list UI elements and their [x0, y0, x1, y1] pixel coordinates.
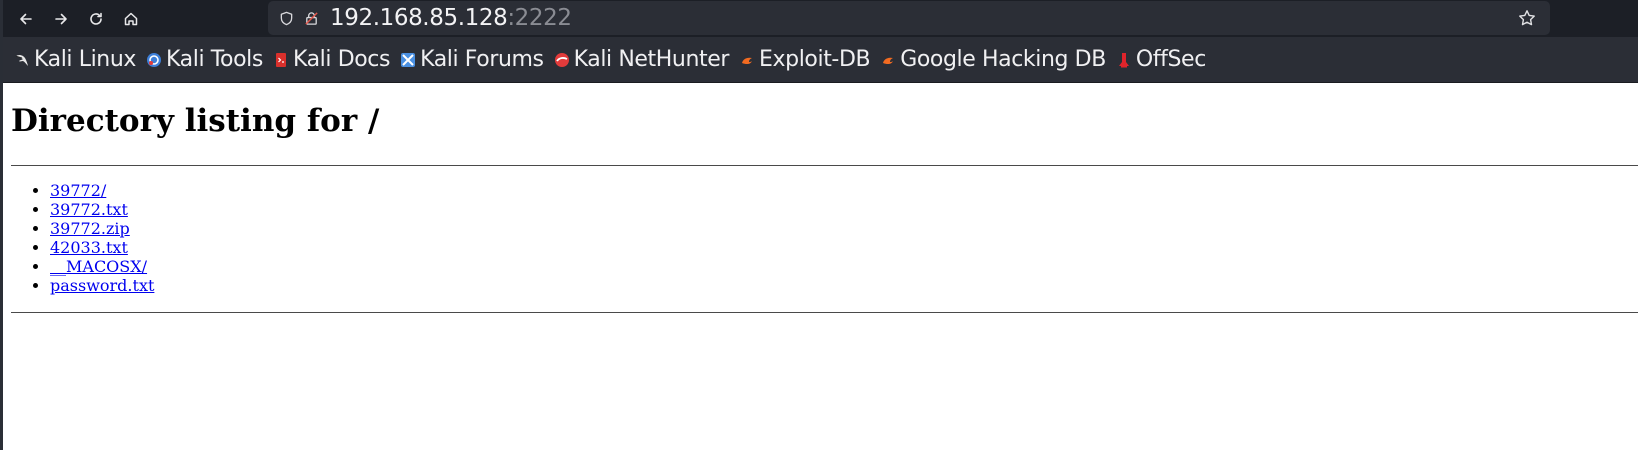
bookmark-label: Exploit-DB	[759, 47, 871, 72]
tracking-shield-icon[interactable]	[278, 10, 294, 26]
exploit-db-icon	[742, 57, 753, 64]
bookmark-label: OffSec	[1135, 47, 1206, 72]
reload-icon	[90, 12, 102, 25]
bookmark-label: Kali Docs	[292, 47, 391, 72]
window-edge	[0, 0, 3, 450]
home-button[interactable]	[116, 4, 146, 34]
url-text[interactable]: 192.168.85.128:2222	[330, 5, 572, 31]
offsec-icon	[1118, 52, 1129, 67]
file-link[interactable]: __MACOSX/	[50, 257, 147, 276]
page-title: Directory listing for /	[11, 103, 380, 139]
bookmark-label: Google Hacking DB	[900, 47, 1106, 72]
bookmark-label: Kali Forums	[420, 47, 544, 72]
url-port: :2222	[507, 5, 572, 31]
bookmark-kali-tools[interactable]: Kali Tools	[146, 47, 263, 72]
forward-button[interactable]	[46, 4, 76, 34]
list-item: __MACOSX/	[50, 257, 1638, 276]
page-content: Directory listing for / 39772/ 39772.txt…	[0, 103, 1638, 314]
kali-nethunter-icon	[554, 52, 569, 67]
bookmark-exploit-db[interactable]: Exploit-DB	[739, 47, 871, 72]
list-item: 42033.txt	[50, 238, 1638, 257]
divider-bottom	[11, 312, 1638, 314]
kali-docs-icon	[275, 52, 286, 67]
bookmark-kali-docs[interactable]: Kali Docs	[273, 47, 390, 72]
insecure-lock-icon[interactable]	[303, 10, 319, 26]
url-host: 192.168.85.128	[330, 5, 508, 31]
ghdb-icon	[883, 57, 894, 64]
file-link[interactable]: 42033.txt	[50, 238, 128, 257]
bookmark-label: Kali Linux	[34, 47, 137, 72]
forward-arrow-icon	[55, 13, 67, 24]
bookmark-kali-nethunter[interactable]: Kali NetHunter	[554, 47, 729, 72]
reload-button[interactable]	[81, 4, 111, 34]
list-item: 39772/	[50, 181, 1638, 200]
kali-forums-icon	[401, 52, 416, 67]
home-icon	[124, 12, 138, 25]
list-item: 39772.zip	[50, 219, 1638, 238]
bookmark-label: Kali NetHunter	[573, 47, 730, 72]
bookmark-kali-forums[interactable]: Kali Forums	[400, 47, 544, 72]
file-list: 39772/ 39772.txt 39772.zip 42033.txt __M…	[11, 181, 1638, 295]
file-link[interactable]: 39772.zip	[50, 219, 130, 238]
browser-toolbar: 192.168.85.128:2222	[0, 0, 1638, 37]
list-item: 39772.txt	[50, 200, 1638, 219]
bookmark-label: Kali Tools	[166, 47, 263, 72]
bookmark-kali-linux[interactable]: Kali Linux	[14, 47, 136, 72]
bookmark-google-hacking-db[interactable]: Google Hacking DB	[880, 47, 1106, 72]
file-link[interactable]: 39772/	[50, 181, 106, 200]
back-button[interactable]	[11, 4, 41, 34]
list-item: password.txt	[50, 276, 1638, 295]
kali-dragon-icon	[15, 54, 28, 66]
url-bar[interactable]: 192.168.85.128:2222	[268, 1, 1550, 35]
bookmark-star-icon[interactable]	[1518, 9, 1536, 27]
bookmarks-toolbar: Kali Linux Kali Tools Kali Docs Kali For…	[0, 37, 1638, 83]
back-arrow-icon	[20, 13, 32, 24]
divider-top	[11, 165, 1638, 167]
kali-tools-icon	[147, 52, 162, 67]
bookmark-offsec[interactable]: OffSec	[1116, 47, 1206, 72]
file-link[interactable]: 39772.txt	[50, 200, 128, 219]
file-link[interactable]: password.txt	[50, 276, 154, 295]
